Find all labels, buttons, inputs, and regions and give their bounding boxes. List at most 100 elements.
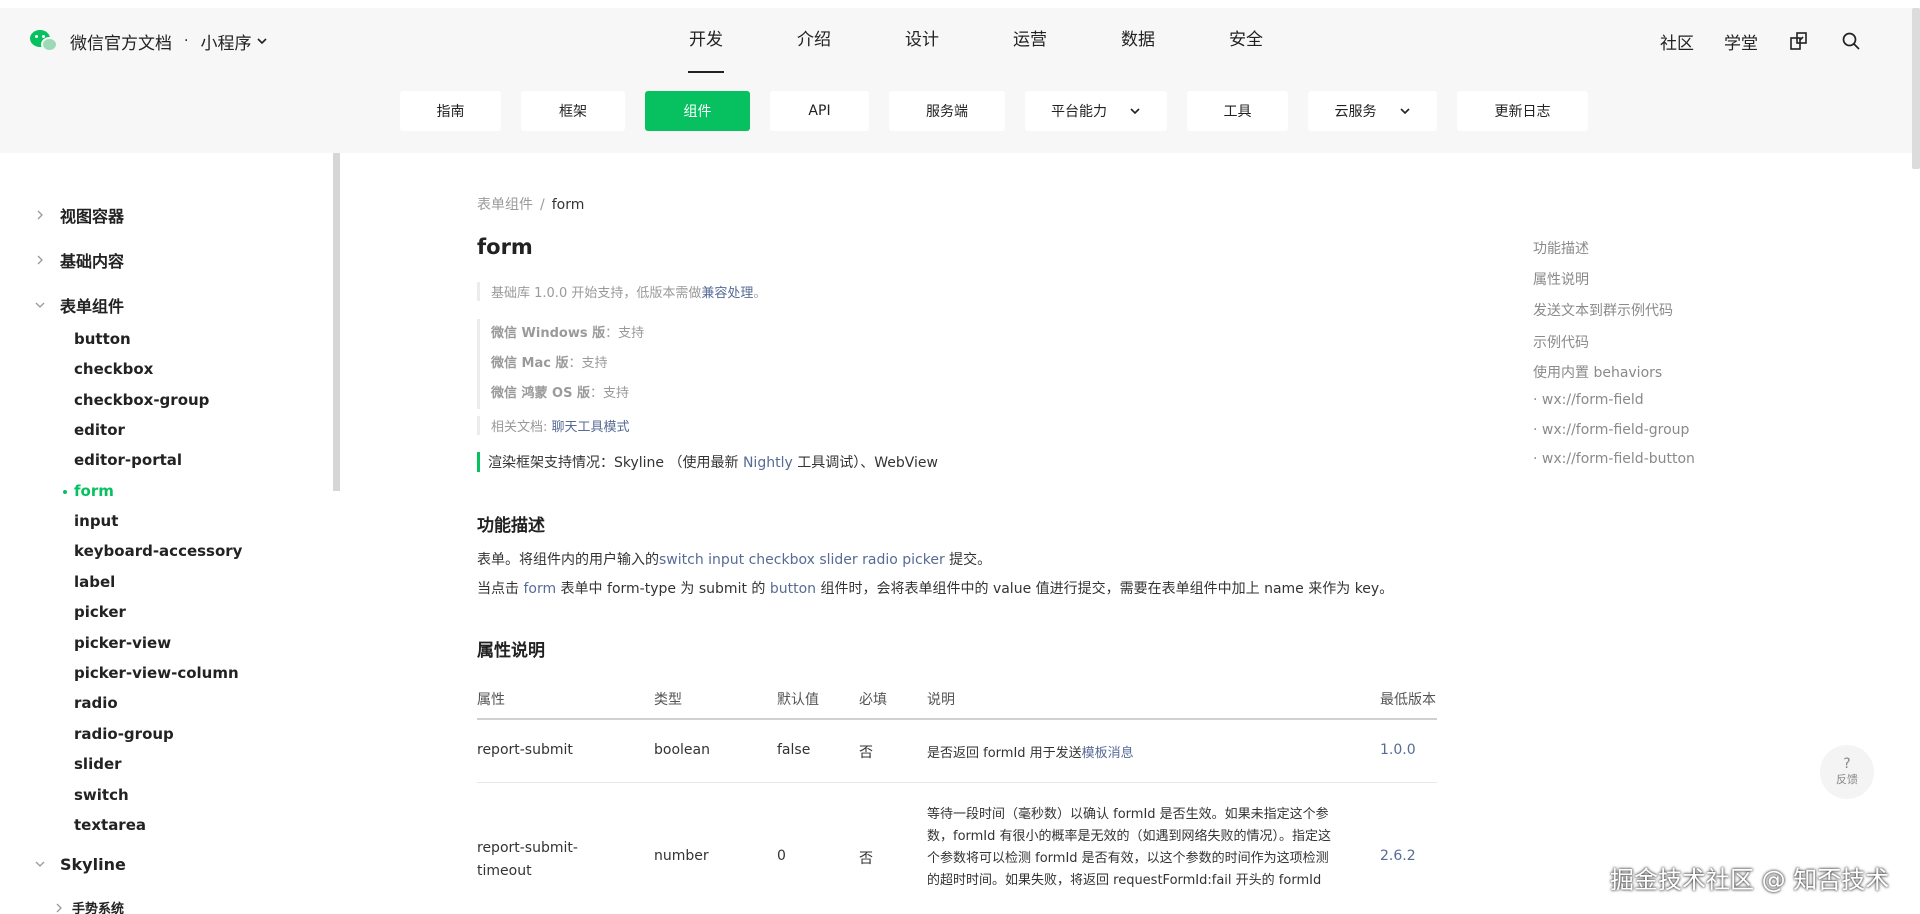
nav-design[interactable]: 设计 bbox=[868, 8, 976, 73]
description-paragraph-2: 当点击 form 表单中 form-type 为 submit 的 button… bbox=[477, 578, 1393, 598]
sidebar-item-radio[interactable]: radio bbox=[74, 694, 118, 712]
tab-framework[interactable]: 框架 bbox=[521, 91, 625, 131]
sidebar-group-form-components[interactable]: 表单组件 bbox=[30, 293, 124, 317]
page-scrollbar[interactable] bbox=[1912, 8, 1920, 169]
sidebar-group-label: 基础内容 bbox=[60, 252, 125, 271]
th-attribute: 属性 bbox=[477, 692, 505, 708]
nav-data[interactable]: 数据 bbox=[1084, 8, 1192, 73]
sub-nav-bar: 指南 框架 组件 API 服务端 平台能力 工具 云服务 更新日志 bbox=[0, 73, 1920, 153]
tab-tools[interactable]: 工具 bbox=[1187, 91, 1288, 131]
platform-label: 微信 Windows 版 bbox=[491, 326, 606, 341]
community-link[interactable]: 社区 bbox=[1660, 29, 1694, 54]
nav-develop[interactable]: 开发 bbox=[652, 8, 760, 73]
main-nav: 开发 介绍 设计 运营 数据 安全 bbox=[652, 8, 1300, 73]
chevron-down-icon bbox=[257, 38, 268, 45]
desc-prefix: 是否返回 formId 用于发送 bbox=[927, 746, 1082, 761]
toc-item[interactable]: · wx://form-field bbox=[1533, 392, 1644, 408]
support-prefix: 基础库 1.0.0 开始支持，低版本需做 bbox=[491, 286, 702, 301]
sidebar-item-button[interactable]: button bbox=[74, 330, 131, 348]
chat-tool-mode-link[interactable]: 聊天工具模式 bbox=[552, 420, 630, 435]
cell-version-link[interactable]: 1.0.0 bbox=[1380, 742, 1416, 758]
sub-nav: 指南 框架 组件 API 服务端 平台能力 工具 云服务 更新日志 bbox=[400, 91, 1608, 131]
brand-title[interactable]: 微信官方文档 bbox=[70, 29, 172, 54]
description-paragraph-1: 表单。将组件内的用户输入的switch input checkbox slide… bbox=[477, 549, 991, 569]
sidebar-item-slider[interactable]: slider bbox=[74, 755, 122, 773]
sidebar-item-editor-portal[interactable]: editor-portal bbox=[74, 451, 182, 469]
sidebar-group-view-container[interactable]: 视图容器 bbox=[30, 203, 124, 227]
tab-platform-capability[interactable]: 平台能力 bbox=[1025, 91, 1167, 131]
form-link[interactable]: form bbox=[523, 581, 556, 597]
platform-value: ：支持 bbox=[590, 386, 630, 401]
button-link[interactable]: button bbox=[770, 581, 816, 597]
sidebar-group-basic-content[interactable]: 基础内容 bbox=[30, 248, 124, 272]
desc2-c: 组件时，会将表单组件中的 value 值进行提交，需要在表单组件中加上 name… bbox=[816, 581, 1394, 597]
sidebar-subgroup-gesture[interactable]: 手势系统 bbox=[54, 898, 124, 914]
template-message-link[interactable]: 模板消息 bbox=[1082, 746, 1134, 761]
support-note: 基础库 1.0.0 开始支持，低版本需做兼容处理。 bbox=[477, 282, 766, 301]
sidebar-item-checkbox[interactable]: checkbox bbox=[74, 360, 153, 378]
tab-changelog[interactable]: 更新日志 bbox=[1457, 91, 1588, 131]
cell-version-link[interactable]: 2.6.2 bbox=[1380, 848, 1416, 864]
sidebar-item-input[interactable]: input bbox=[74, 512, 118, 530]
toc-item[interactable]: 属性说明 bbox=[1533, 269, 1589, 289]
toc-item[interactable]: · wx://form-field-group bbox=[1533, 422, 1689, 438]
breadcrumb-current: form bbox=[551, 197, 585, 213]
platform-windows: 微信 Windows 版：支持 bbox=[491, 319, 644, 349]
chevron-down-icon bbox=[1399, 108, 1410, 115]
nav-intro[interactable]: 介绍 bbox=[760, 8, 868, 73]
sidebar-item-editor[interactable]: editor bbox=[74, 421, 125, 439]
sidebar-item-picker[interactable]: picker bbox=[74, 603, 126, 621]
search-icon[interactable] bbox=[1840, 30, 1862, 52]
sidebar-item-label[interactable]: label bbox=[74, 573, 115, 591]
sidebar-group-skyline[interactable]: Skyline bbox=[30, 854, 126, 874]
compat-link[interactable]: 兼容处理 bbox=[701, 286, 753, 301]
desc2-b: 表单中 form-type 为 submit 的 bbox=[556, 581, 770, 597]
tab-api[interactable]: API bbox=[770, 91, 869, 131]
mini-program-entry-icon[interactable] bbox=[1788, 30, 1810, 52]
tab-cloud[interactable]: 云服务 bbox=[1308, 91, 1437, 131]
miniprogram-label: 小程序 bbox=[200, 33, 252, 54]
toc-item[interactable]: 功能描述 bbox=[1533, 238, 1589, 258]
breadcrumb-parent[interactable]: 表单组件 bbox=[477, 197, 533, 213]
cell-default: false bbox=[777, 742, 811, 758]
chevron-down-icon bbox=[30, 854, 50, 874]
sidebar-item-textarea[interactable]: textarea bbox=[74, 816, 146, 834]
cell-required: 否 bbox=[859, 851, 873, 867]
toc-item[interactable]: 使用内置 behaviors bbox=[1533, 362, 1662, 382]
table-row: report-submit boolean false 否 是否返回 formI… bbox=[477, 720, 1437, 783]
sidebar-scrollbar[interactable] bbox=[333, 153, 340, 491]
sidebar-item-picker-view-column[interactable]: picker-view-column bbox=[74, 664, 239, 682]
nav-security[interactable]: 安全 bbox=[1192, 8, 1300, 73]
render-suffix: 工具调试）、WebView bbox=[792, 455, 938, 471]
help-icon: ? bbox=[1843, 756, 1851, 772]
sidebar-item-keyboard-accessory[interactable]: keyboard-accessory bbox=[74, 542, 242, 560]
chevron-down-icon bbox=[1130, 108, 1140, 115]
nav-operate[interactable]: 运营 bbox=[976, 8, 1084, 73]
cell-description: 是否返回 formId 用于发送模板消息 bbox=[927, 742, 1134, 761]
toc-item[interactable]: 发送文本到群示例代码 bbox=[1533, 300, 1673, 320]
miniprogram-dropdown[interactable]: 小程序 bbox=[200, 29, 268, 54]
chevron-right-icon bbox=[56, 903, 62, 912]
th-required: 必填 bbox=[859, 692, 887, 708]
academy-link[interactable]: 学堂 bbox=[1724, 29, 1758, 54]
tab-platform-capability-label: 平台能力 bbox=[1051, 104, 1107, 120]
tab-components[interactable]: 组件 bbox=[645, 91, 750, 131]
form-components-link[interactable]: switch input checkbox slider radio picke… bbox=[659, 552, 945, 568]
desc2-a: 当点击 bbox=[477, 581, 524, 597]
sidebar-item-radio-group[interactable]: radio-group bbox=[74, 725, 174, 743]
breadcrumb: 表单组件 / form bbox=[477, 194, 584, 214]
feedback-button[interactable]: ? 反馈 bbox=[1820, 745, 1874, 799]
cell-required: 否 bbox=[859, 745, 873, 761]
sidebar-item-switch[interactable]: switch bbox=[74, 786, 129, 804]
brand[interactable]: 微信官方文档 · 小程序 bbox=[28, 26, 268, 56]
watermark: 掘金技术社区 @ 知否技术 bbox=[1610, 866, 1890, 894]
sidebar-item-picker-view[interactable]: picker-view bbox=[74, 634, 171, 652]
sidebar-item-form[interactable]: form bbox=[63, 482, 114, 500]
nightly-link[interactable]: Nightly bbox=[743, 455, 793, 471]
toc-item[interactable]: 示例代码 bbox=[1533, 332, 1589, 352]
chevron-right-icon bbox=[30, 205, 50, 225]
sidebar-item-checkbox-group[interactable]: checkbox-group bbox=[74, 391, 209, 409]
tab-server[interactable]: 服务端 bbox=[889, 91, 1005, 131]
toc-item[interactable]: · wx://form-field-button bbox=[1533, 451, 1695, 467]
tab-guide[interactable]: 指南 bbox=[400, 91, 501, 131]
